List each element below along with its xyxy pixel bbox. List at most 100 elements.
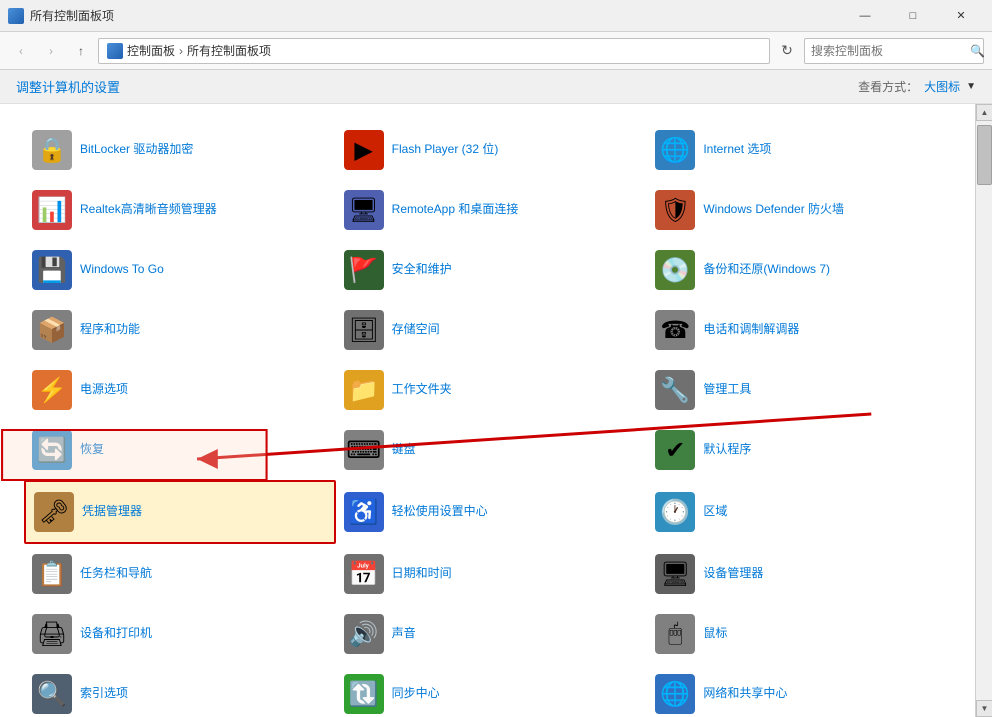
label-wintogo: Windows To Go	[80, 262, 164, 278]
label-flash: Flash Player (32 位)	[392, 142, 499, 158]
minimize-button[interactable]: —	[842, 0, 888, 32]
path-segment-1: 控制面板	[127, 42, 175, 59]
scroll-down-button[interactable]: ▼	[976, 700, 992, 717]
cp-item-sync[interactable]: 🔃 同步中心	[336, 664, 648, 717]
icon-remoteapp: 🖥	[344, 190, 384, 230]
label-devmgr: 设备管理器	[703, 566, 763, 582]
icon-phone: ☎	[655, 310, 695, 350]
cp-item-programs[interactable]: 📦 程序和功能	[24, 300, 336, 360]
icon-indexing: 🔍	[32, 674, 72, 714]
control-panel-grid: 🔒 BitLocker 驱动器加密 ▶ Flash Player (32 位) …	[24, 120, 959, 717]
path-icon	[107, 43, 123, 59]
close-button[interactable]: ✕	[938, 0, 984, 32]
cp-item-taskbar[interactable]: 📋 任务栏和导航	[24, 544, 336, 604]
icon-network: 🌐	[655, 674, 695, 714]
label-mouse: 鼠标	[703, 626, 727, 642]
cp-item-region[interactable]: 🕐 区域	[647, 480, 959, 544]
cp-item-storage[interactable]: 🗄 存储空间	[336, 300, 648, 360]
label-remoteapp: RemoteApp 和桌面连接	[392, 202, 519, 218]
label-security: 安全和维护	[392, 262, 452, 278]
icon-realtek: 📊	[32, 190, 72, 230]
label-ease: 轻松使用设置中心	[392, 504, 488, 520]
back-button[interactable]: ‹	[8, 38, 34, 64]
address-bar: ‹ › ↑ 控制面板 › 所有控制面板项 ↻ 🔍	[0, 32, 992, 70]
cp-item-default[interactable]: ✔ 默认程序	[647, 420, 959, 480]
cp-item-mouse[interactable]: 🖱 鼠标	[647, 604, 959, 664]
icon-sound: 🔊	[344, 614, 384, 654]
cp-item-indexing[interactable]: 🔍 索引选项	[24, 664, 336, 717]
icon-defender: 🛡	[655, 190, 695, 230]
icon-bitlocker: 🔒	[32, 130, 72, 170]
path-segment-2: 所有控制面板项	[187, 42, 271, 59]
refresh-button[interactable]: ↻	[774, 38, 800, 64]
scrollbar[interactable]: ▲ ▼	[975, 104, 992, 717]
cp-item-defender[interactable]: 🛡 Windows Defender 防火墙	[647, 180, 959, 240]
scroll-up-button[interactable]: ▲	[976, 104, 992, 121]
address-path[interactable]: 控制面板 › 所有控制面板项	[98, 38, 770, 64]
icon-devices: 🖨	[32, 614, 72, 654]
cp-item-datetime[interactable]: 📅 日期和时间	[336, 544, 648, 604]
icon-mgmt: 🔧	[655, 370, 695, 410]
icon-devmgr: 🖥	[655, 554, 695, 594]
label-devices: 设备和打印机	[80, 626, 152, 642]
cp-item-backup[interactable]: 💿 备份和还原(Windows 7)	[647, 240, 959, 300]
label-backup: 备份和还原(Windows 7)	[703, 262, 830, 278]
view-dropdown-icon[interactable]: ▼	[966, 81, 976, 92]
cp-item-internet[interactable]: 🌐 Internet 选项	[647, 120, 959, 180]
view-option[interactable]: 大图标	[924, 78, 960, 95]
label-default: 默认程序	[703, 442, 751, 458]
label-network: 网络和共享中心	[703, 686, 787, 702]
control-panel-grid-area: 🔒 BitLocker 驱动器加密 ▶ Flash Player (32 位) …	[0, 104, 975, 717]
scroll-thumb[interactable]	[977, 125, 992, 185]
cp-item-remoteapp[interactable]: 🖥 RemoteApp 和桌面连接	[336, 180, 648, 240]
window-title: 所有控制面板项	[30, 7, 842, 24]
cp-item-keyboard[interactable]: ⌨ 键盘	[336, 420, 648, 480]
icon-power: ⚡	[32, 370, 72, 410]
icon-storage: 🗄	[344, 310, 384, 350]
up-button[interactable]: ↑	[68, 38, 94, 64]
cp-item-cred[interactable]: 🗝 凭据管理器	[24, 480, 336, 544]
cp-item-bitlocker[interactable]: 🔒 BitLocker 驱动器加密	[24, 120, 336, 180]
cp-item-network[interactable]: 🌐 网络和共享中心	[647, 664, 959, 717]
app-icon	[8, 8, 24, 24]
window-controls: — □ ✕	[842, 0, 984, 32]
forward-button[interactable]: ›	[38, 38, 64, 64]
toolbar: 调整计算机的设置 查看方式： 大图标 ▼	[0, 70, 992, 104]
cp-item-security[interactable]: 🚩 安全和维护	[336, 240, 648, 300]
icon-security: 🚩	[344, 250, 384, 290]
label-taskbar: 任务栏和导航	[80, 566, 152, 582]
cp-item-wintogo[interactable]: 💾 Windows To Go	[24, 240, 336, 300]
label-keyboard: 键盘	[392, 442, 416, 458]
cp-item-power[interactable]: ⚡ 电源选项	[24, 360, 336, 420]
icon-restore: 🔄	[32, 430, 72, 470]
label-indexing: 索引选项	[80, 686, 128, 702]
cp-item-folder[interactable]: 📁 工作文件夹	[336, 360, 648, 420]
cp-item-sound[interactable]: 🔊 声音	[336, 604, 648, 664]
search-icon[interactable]: 🔍	[970, 44, 985, 58]
cp-item-phone[interactable]: ☎ 电话和调制解调器	[647, 300, 959, 360]
scroll-track	[976, 121, 992, 700]
label-datetime: 日期和时间	[392, 566, 452, 582]
label-sound: 声音	[392, 626, 416, 642]
maximize-button[interactable]: □	[890, 0, 936, 32]
path-separator: ›	[179, 44, 183, 58]
search-box[interactable]: 🔍	[804, 38, 984, 64]
icon-default: ✔	[655, 430, 695, 470]
cp-item-ease[interactable]: ♿ 轻松使用设置中心	[336, 480, 648, 544]
cp-item-flash[interactable]: ▶ Flash Player (32 位)	[336, 120, 648, 180]
icon-mouse: 🖱	[655, 614, 695, 654]
icon-keyboard: ⌨	[344, 430, 384, 470]
icon-backup: 💿	[655, 250, 695, 290]
label-phone: 电话和调制解调器	[703, 322, 799, 338]
label-folder: 工作文件夹	[392, 382, 452, 398]
label-realtek: Realtek高清晰音频管理器	[80, 202, 217, 218]
search-input[interactable]	[811, 44, 966, 58]
cp-item-devices[interactable]: 🖨 设备和打印机	[24, 604, 336, 664]
cp-item-devmgr[interactable]: 🖥 设备管理器	[647, 544, 959, 604]
icon-taskbar: 📋	[32, 554, 72, 594]
cp-item-realtek[interactable]: 📊 Realtek高清晰音频管理器	[24, 180, 336, 240]
cp-item-mgmt[interactable]: 🔧 管理工具	[647, 360, 959, 420]
main-content: 🔒 BitLocker 驱动器加密 ▶ Flash Player (32 位) …	[0, 104, 992, 717]
icon-folder: 📁	[344, 370, 384, 410]
cp-item-restore[interactable]: 🔄 恢复	[24, 420, 336, 480]
